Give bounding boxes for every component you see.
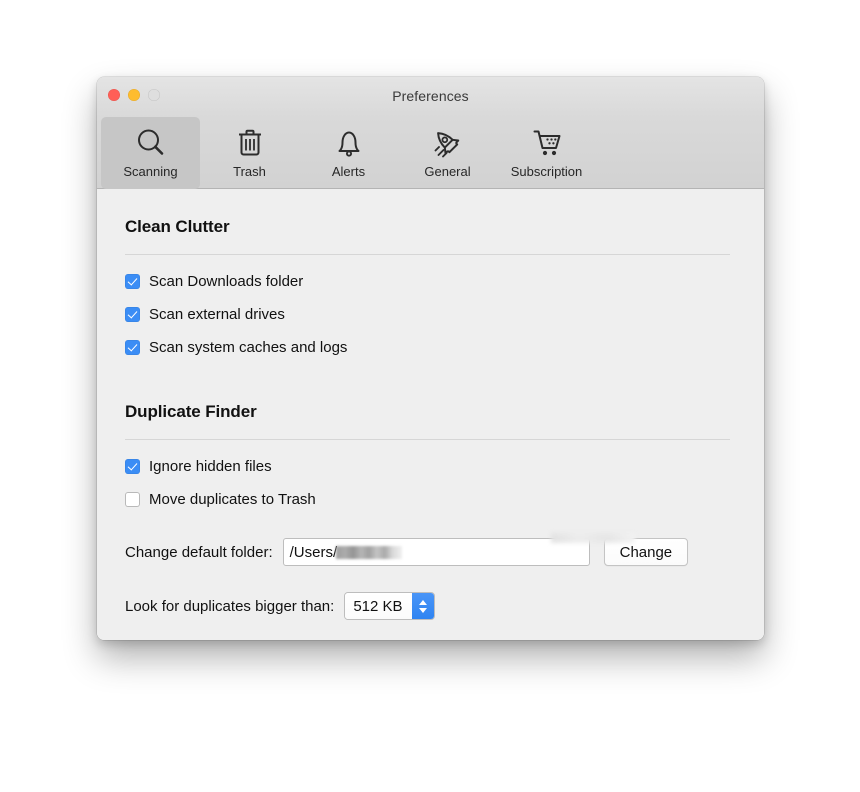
window-title: Preferences: [392, 88, 469, 104]
tab-subscription-label: Subscription: [510, 164, 583, 179]
checkbox-label: Move duplicates to Trash: [149, 491, 316, 508]
toolbar: Scanning Trash Alerts General Subscripti…: [97, 117, 764, 189]
default-folder-label: Change default folder:: [125, 543, 273, 561]
checkbox-move-duplicates-to-trash[interactable]: [125, 492, 140, 507]
checkbox-label: Scan system caches and logs: [149, 339, 348, 356]
section-clean-clutter: Clean Clutter Scan Downloads folder Scan…: [125, 217, 734, 360]
checkbox-row-move-duplicates-to-trash[interactable]: Move duplicates to Trash: [125, 487, 734, 512]
tab-general[interactable]: General: [398, 117, 497, 189]
default-folder-row: Change default folder: /Users/ Change: [125, 533, 734, 566]
settings-content: Clean Clutter Scan Downloads folder Scan…: [97, 189, 764, 640]
default-folder-field-wrap: /Users/: [273, 533, 635, 566]
stepper-arrows[interactable]: [411, 593, 434, 619]
preferences-window: Preferences Scanning Trash Alerts Genera…: [97, 77, 764, 640]
checkbox-scan-external-drives[interactable]: [125, 307, 140, 322]
min-size-label: Look for duplicates bigger than:: [125, 597, 335, 615]
section-divider: [125, 439, 730, 440]
min-size-value[interactable]: 512 KB: [345, 593, 412, 619]
checkbox-label: Scan external drives: [149, 306, 285, 323]
clean-clutter-options: Scan Downloads folder Scan external driv…: [125, 269, 734, 360]
tab-alerts[interactable]: Alerts: [299, 117, 398, 189]
checkbox-row-scan-downloads[interactable]: Scan Downloads folder: [125, 269, 734, 294]
checkbox-label: Scan Downloads folder: [149, 273, 304, 290]
tab-alerts-label: Alerts: [331, 164, 366, 179]
min-size-stepper[interactable]: 512 KB: [344, 592, 435, 620]
cart-icon: [529, 123, 565, 163]
trash-icon: [232, 123, 268, 163]
title-bar: Preferences: [97, 77, 764, 117]
default-folder-input[interactable]: /Users/: [282, 538, 590, 566]
checkbox-scan-system-caches[interactable]: [125, 340, 140, 355]
tab-trash-label: Trash: [233, 164, 266, 179]
redaction-overflow: [550, 533, 635, 543]
checkbox-scan-downloads[interactable]: [125, 274, 140, 289]
min-size-row: Look for duplicates bigger than: 512 KB: [125, 592, 734, 620]
tab-trash[interactable]: Trash: [200, 117, 299, 189]
section-title: Clean Clutter: [125, 217, 230, 236]
duplicate-finder-options: Ignore hidden files Move duplicates to T…: [125, 454, 734, 512]
tab-scanning[interactable]: Scanning: [101, 117, 200, 189]
section-duplicate-finder: Duplicate Finder Ignore hidden files Mov…: [125, 402, 734, 620]
section-title: Duplicate Finder: [125, 402, 257, 421]
default-folder-value: /Users/: [289, 543, 338, 561]
checkbox-label: Ignore hidden files: [149, 458, 272, 475]
checkbox-ignore-hidden-files[interactable]: [125, 459, 140, 474]
magnifier-icon: [133, 123, 169, 163]
tab-subscription[interactable]: Subscription: [497, 117, 596, 189]
stepper-up-icon[interactable]: [418, 599, 427, 605]
bell-icon: [331, 123, 367, 163]
checkbox-row-scan-system-caches[interactable]: Scan system caches and logs: [125, 335, 734, 360]
checkbox-row-scan-external-drives[interactable]: Scan external drives: [125, 302, 734, 327]
redacted-username: [336, 545, 403, 559]
tab-scanning-label: Scanning: [123, 164, 178, 179]
stepper-down-icon[interactable]: [418, 607, 427, 613]
rocket-icon: [430, 123, 466, 163]
checkbox-row-ignore-hidden-files[interactable]: Ignore hidden files: [125, 454, 734, 479]
tab-general-label: General: [424, 164, 471, 179]
section-divider: [125, 254, 730, 255]
